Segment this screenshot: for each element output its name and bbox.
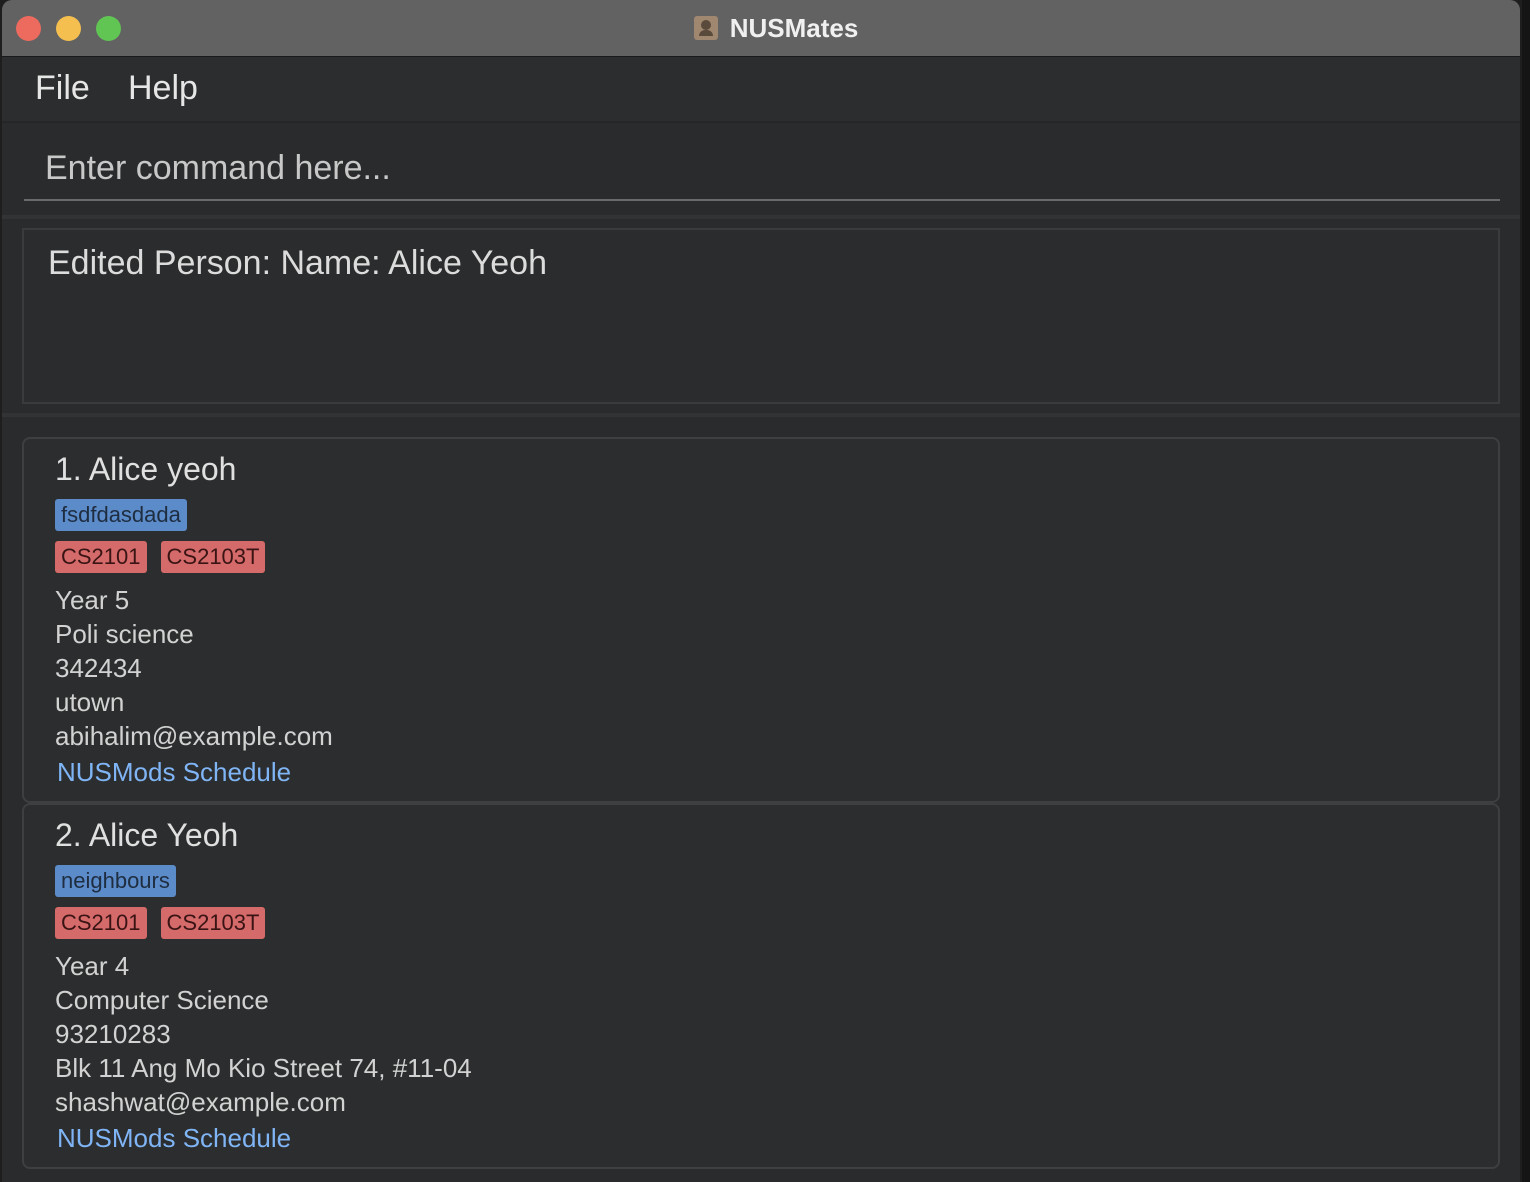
person-email: abihalim@example.com	[55, 721, 333, 751]
module-tag: CS2103T	[160, 541, 266, 573]
group-tags: fsdfdasdada	[55, 499, 187, 531]
person-major: Poli science	[55, 619, 194, 649]
person-address: utown	[55, 687, 125, 717]
person-card[interactable]: 1. Alice yeoh fsdfdasdada CS2101 CS2103T…	[22, 437, 1500, 803]
person-name: 1. Alice yeoh	[55, 451, 237, 487]
module-tag: CS2101	[55, 541, 147, 573]
person-major: Computer Science	[55, 985, 269, 1015]
result-message: Edited Person: Name: Alice Yeoh	[48, 244, 547, 282]
command-input[interactable]	[24, 137, 1500, 201]
nusmods-schedule-link[interactable]: NUSMods Schedule	[57, 1123, 291, 1154]
menu-bar: File Help	[2, 57, 1520, 123]
app-window: NUSMates File Help Edited Person: Name: …	[2, 0, 1520, 1182]
person-year: Year 5	[55, 585, 130, 615]
window-title: NUSMates	[729, 12, 859, 43]
person-year: Year 4	[55, 951, 130, 981]
group-tags: neighbours	[55, 865, 176, 897]
person-phone: 342434	[55, 653, 142, 683]
menu-help[interactable]: Help	[128, 69, 198, 108]
result-display-area: Edited Person: Name: Alice Yeoh	[2, 219, 1520, 417]
module-tag: CS2101	[55, 907, 147, 939]
desktop-edge	[1522, 0, 1530, 1182]
person-phone: 93210283	[55, 1019, 171, 1049]
person-email: shashwat@example.com	[55, 1087, 346, 1117]
group-tag: neighbours	[55, 865, 176, 897]
module-tags: CS2101 CS2103T	[55, 907, 266, 939]
nusmods-schedule-link[interactable]: NUSMods Schedule	[57, 757, 291, 788]
person-address: Blk 11 Ang Mo Kio Street 74, #11-04	[55, 1053, 472, 1083]
person-name: 2. Alice Yeoh	[55, 817, 239, 853]
title-bar[interactable]: NUSMates	[2, 0, 1520, 57]
group-tag: fsdfdasdada	[55, 499, 187, 531]
person-card[interactable]: 2. Alice Yeoh neighbours CS2101 CS2103T …	[22, 803, 1500, 1169]
person-list[interactable]: 1. Alice yeoh fsdfdasdada CS2101 CS2103T…	[2, 417, 1520, 1182]
module-tags: CS2101 CS2103T	[55, 541, 266, 573]
command-box	[2, 123, 1520, 219]
menu-file[interactable]: File	[35, 69, 90, 108]
result-display: Edited Person: Name: Alice Yeoh	[22, 228, 1500, 404]
contact-book-icon	[693, 16, 718, 40]
module-tag: CS2103T	[160, 907, 266, 939]
